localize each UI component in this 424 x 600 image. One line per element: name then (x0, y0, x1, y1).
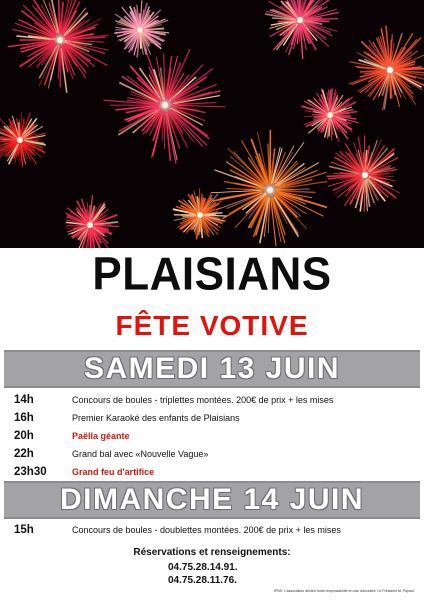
event-row: 20h Paëlla géante (0, 427, 424, 445)
phone-number: 04.75.28.11.76. (168, 575, 237, 586)
event-row: 15h Concours de boules - doublettes mont… (0, 521, 424, 539)
event-time: 14h (14, 394, 34, 406)
fireworks-photo (0, 0, 424, 248)
event-row: 14h Concours de boules - triplettes mont… (0, 391, 424, 409)
saturday-band: SAMEDI 13 JUIN (4, 350, 420, 388)
sunday-band: DIMANCHE 14 JUIN (4, 481, 420, 519)
event-description: Premier Karaoké des enfants de Plaisians (72, 413, 240, 423)
event-subtitle: FÊTE VOTIVE (115, 310, 309, 341)
firework-burst (210, 130, 328, 247)
town-title: PLAISIANS (92, 248, 332, 301)
event-description: Concours de boules - triplettes montées.… (72, 395, 334, 405)
firework-burst (103, 48, 226, 164)
legal-footnote: IPNS. L'association décline toute respon… (273, 589, 414, 593)
firework-burst (7, 0, 109, 93)
firework-burst (265, 0, 339, 59)
firework-burst (326, 135, 401, 212)
event-time: 22h (14, 448, 34, 460)
event-description: Grand bal avec «Nouvelle Vague» (72, 449, 209, 459)
event-time: 20h (14, 430, 34, 442)
sunday-heading: DIMANCHE 14 JUIN (59, 483, 365, 516)
firework-burst (0, 112, 46, 167)
event-row: 16h Premier Karaoké des enfants de Plais… (0, 409, 424, 427)
event-description: Paëlla géante (72, 431, 130, 441)
event-row: 23h30 Grand feu d'artifice (0, 463, 424, 481)
saturday-heading: SAMEDI 13 JUIN (83, 352, 341, 385)
event-row: 22h Grand bal avec «Nouvelle Vague» (0, 445, 424, 463)
firework-burst (114, 0, 170, 58)
event-time: 16h (14, 412, 34, 424)
reservations-label: Réservations et renseignements: (133, 547, 291, 558)
firework-burst (65, 195, 120, 248)
event-description: Concours de boules - doublettes montées.… (72, 525, 341, 535)
firework-burst (348, 25, 424, 111)
firework-burst (301, 88, 359, 143)
event-description: Grand feu d'artifice (72, 467, 155, 477)
firework-burst (172, 188, 227, 240)
event-time: 23h30 (14, 466, 47, 478)
event-time: 15h (14, 524, 34, 536)
phone-number: 04.75.28.14.91. (168, 562, 238, 573)
